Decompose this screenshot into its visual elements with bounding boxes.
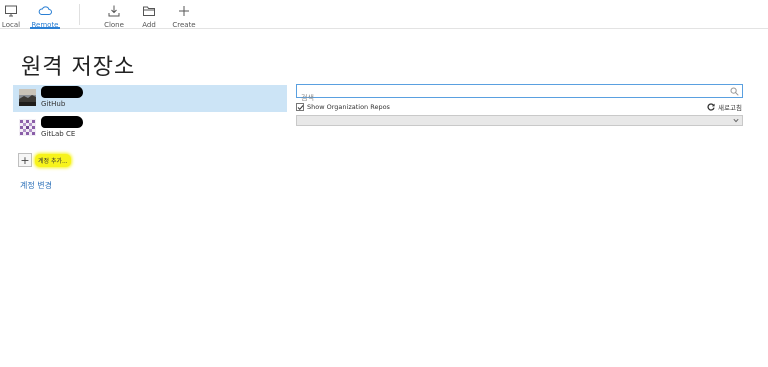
- chevron-down-icon: [733, 118, 739, 123]
- cloud-icon: [38, 6, 52, 15]
- plus-icon: +: [20, 153, 30, 167]
- add-button[interactable]: Add: [140, 0, 158, 29]
- search-box: [296, 84, 743, 104]
- identicon-avatar: [19, 119, 36, 136]
- add-account-button[interactable]: +: [18, 153, 32, 167]
- github-avatar: [19, 89, 36, 106]
- remote-label: Remote: [31, 21, 59, 29]
- redacted-username: [41, 116, 83, 128]
- redacted-username: [41, 86, 83, 98]
- page-title: 원격 저장소: [21, 55, 136, 80]
- create-label: Create: [172, 21, 196, 29]
- account-service-label: GitLab CE: [41, 130, 76, 138]
- search-icon: [730, 87, 739, 96]
- clone-button[interactable]: Clone: [102, 0, 126, 29]
- show-org-repos-checkbox[interactable]: [296, 103, 304, 111]
- remote-button[interactable]: Remote: [30, 0, 60, 29]
- refresh-label: 새로고침: [718, 104, 742, 112]
- local-label: Local: [1, 21, 21, 29]
- local-button[interactable]: Local: [0, 0, 22, 29]
- account-service-label: GitHub: [41, 100, 66, 108]
- folder-icon: [143, 6, 155, 16]
- account-item-gitlab[interactable]: GitLab CE: [13, 115, 287, 142]
- toolbar: Local Remote Clone Add Create: [0, 0, 768, 29]
- create-button[interactable]: Create: [172, 0, 196, 29]
- monitor-icon: [5, 5, 17, 17]
- clone-label: Clone: [104, 21, 124, 29]
- checkmark-icon: [297, 105, 304, 111]
- add-label: Add: [142, 21, 156, 29]
- repository-select[interactable]: [296, 115, 743, 126]
- account-item-github[interactable]: GitHub: [13, 85, 287, 112]
- show-org-repos-row: Show Organization Repos: [296, 102, 390, 112]
- refresh-icon: [707, 103, 715, 111]
- toolbar-divider: [79, 4, 80, 25]
- add-account-label[interactable]: 계정 추가...: [35, 154, 71, 167]
- show-org-repos-label: Show Organization Repos: [307, 103, 390, 111]
- plus-icon: [179, 6, 189, 16]
- change-account-link[interactable]: 계정 변경: [20, 180, 52, 191]
- download-icon: [108, 5, 120, 17]
- refresh-button[interactable]: 새로고침: [707, 102, 742, 112]
